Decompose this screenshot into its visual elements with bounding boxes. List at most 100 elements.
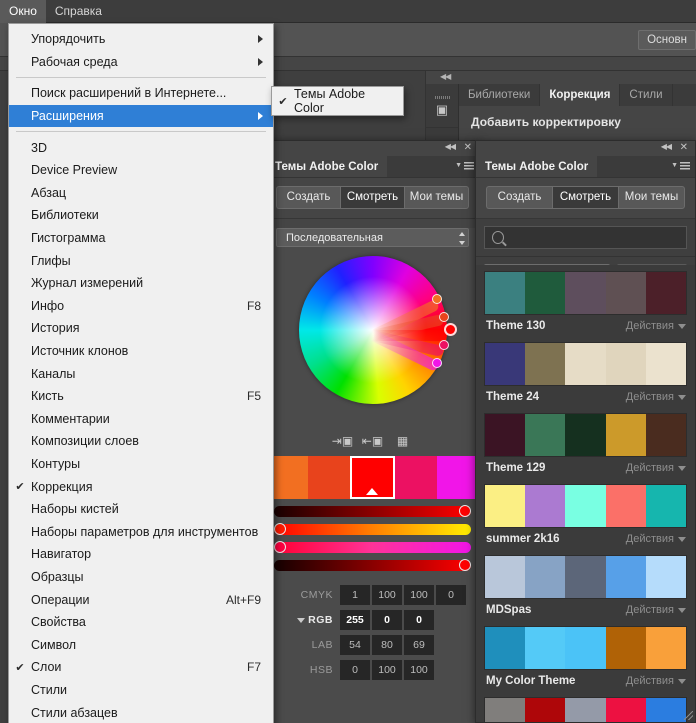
theme-swatch[interactable] bbox=[605, 698, 646, 722]
menu-item-brush[interactable]: Кисть F5 bbox=[9, 385, 273, 408]
harmony-handle[interactable] bbox=[431, 358, 442, 368]
tab-adobe-color-themes[interactable]: Темы Adobe Color bbox=[476, 156, 598, 177]
color-slider[interactable] bbox=[274, 559, 471, 571]
theme-swatch[interactable] bbox=[605, 485, 646, 527]
color-slider[interactable] bbox=[274, 505, 471, 517]
harmony-handle[interactable] bbox=[438, 340, 449, 350]
color-slider[interactable] bbox=[274, 523, 471, 535]
menu-item-clone-source[interactable]: Источник клонов bbox=[9, 340, 273, 363]
theme-swatch[interactable] bbox=[565, 698, 606, 722]
theme-swatch[interactable] bbox=[565, 343, 606, 385]
menubar-item-window[interactable]: Окно bbox=[0, 0, 46, 23]
list-item[interactable] bbox=[476, 691, 695, 722]
menu-item-character[interactable]: Символ bbox=[9, 633, 273, 656]
value-row-rgb[interactable]: RGB 255 0 0 bbox=[266, 609, 479, 631]
menu-item-swatches[interactable]: Образцы bbox=[9, 566, 273, 589]
menu-item-layers[interactable]: ✔ Слои F7 bbox=[9, 656, 273, 679]
theme-actions-button[interactable]: Действия bbox=[626, 675, 686, 687]
theme-swatch[interactable] bbox=[565, 627, 606, 669]
list-item[interactable]: Theme 130 Действия bbox=[476, 265, 695, 336]
theme-swatch[interactable] bbox=[605, 627, 646, 669]
search-field[interactable] bbox=[484, 226, 687, 249]
theme-swatch[interactable] bbox=[485, 343, 526, 385]
value-cell[interactable]: 0 bbox=[372, 610, 402, 630]
menu-item-paths[interactable]: Контуры bbox=[9, 453, 273, 476]
menu-item-extensions[interactable]: Расширения bbox=[9, 104, 273, 128]
theme-swatch[interactable] bbox=[485, 272, 526, 314]
value-row-lab[interactable]: LAB 54 80 69 bbox=[266, 634, 479, 656]
menu-item-find-extensions[interactable]: Поиск расширений в Интернете... bbox=[9, 82, 273, 105]
value-row-cmyk[interactable]: CMYK 1 100 100 0 bbox=[266, 584, 479, 606]
menu-item-workspace[interactable]: Рабочая среда bbox=[9, 51, 273, 74]
segment-my-themes[interactable]: Мои темы bbox=[618, 186, 685, 209]
menu-item-tool-presets[interactable]: Наборы параметров для инструментов bbox=[9, 520, 273, 543]
resize-grip-icon[interactable] bbox=[684, 711, 693, 720]
theme-swatch[interactable] bbox=[645, 556, 687, 598]
theme-swatch[interactable] bbox=[485, 485, 526, 527]
create-panel-titlebar[interactable]: ◀◀ ✕ bbox=[266, 141, 479, 156]
segment-my-themes[interactable]: Мои темы bbox=[404, 186, 469, 209]
theme-swatch[interactable] bbox=[565, 556, 606, 598]
theme-swatch[interactable] bbox=[525, 556, 566, 598]
menubar-item-help[interactable]: Справка bbox=[46, 0, 111, 23]
value-cell[interactable]: 0 bbox=[436, 585, 466, 605]
segment-create[interactable]: Создать bbox=[486, 186, 552, 209]
slider-knob[interactable] bbox=[459, 559, 471, 571]
harmony-rule-select[interactable]: Последовательная bbox=[276, 228, 469, 247]
swatch-cell-selected[interactable] bbox=[349, 456, 396, 499]
menu-item-histogram[interactable]: Гистограмма bbox=[9, 227, 273, 250]
menu-item-measurement-log[interactable]: Журнал измерений bbox=[9, 272, 273, 295]
theme-swatch[interactable] bbox=[525, 627, 566, 669]
push-right-icon[interactable]: ⇥▣ bbox=[332, 433, 353, 448]
theme-swatch[interactable] bbox=[525, 414, 566, 456]
value-cell[interactable]: 54 bbox=[340, 635, 370, 655]
collapse-arrows-icon[interactable]: ◀◀ bbox=[440, 72, 451, 81]
theme-swatch[interactable] bbox=[565, 272, 606, 314]
menu-item-navigator[interactable]: Навигатор bbox=[9, 543, 273, 566]
theme-swatch-row[interactable] bbox=[484, 271, 687, 315]
theme-actions-button[interactable]: Действия bbox=[626, 320, 686, 332]
workspace-switcher-button[interactable]: Основн bbox=[638, 30, 696, 50]
value-cell[interactable]: 0 bbox=[340, 660, 370, 680]
theme-swatch[interactable] bbox=[645, 414, 687, 456]
color-wheel[interactable] bbox=[298, 256, 457, 404]
list-item[interactable]: Theme 129 Действия bbox=[476, 407, 695, 478]
list-item[interactable]: My Color Theme Действия bbox=[476, 620, 695, 691]
theme-swatch-row[interactable] bbox=[484, 413, 687, 457]
slider-knob[interactable] bbox=[274, 541, 286, 553]
value-cell[interactable]: 100 bbox=[372, 585, 402, 605]
theme-swatch-row[interactable] bbox=[484, 555, 687, 599]
submenu-item-adobe-color-themes[interactable]: ✔ Темы Adobe Color bbox=[272, 87, 403, 115]
theme-actions-button[interactable]: Действия bbox=[626, 391, 686, 403]
close-icon[interactable]: ✕ bbox=[464, 141, 472, 154]
value-cell[interactable]: 255 bbox=[340, 610, 370, 630]
add-swatch-icon[interactable]: ▦ bbox=[394, 433, 411, 448]
theme-actions-button[interactable]: Действия bbox=[626, 533, 686, 545]
dock-collapse-bar[interactable]: ◀◀ bbox=[426, 71, 696, 84]
menu-item-properties[interactable]: Свойства bbox=[9, 611, 273, 634]
swatch-cell[interactable] bbox=[307, 456, 350, 499]
tab-libraries[interactable]: Библиотеки bbox=[459, 84, 541, 106]
menu-item-channels[interactable]: Каналы bbox=[9, 362, 273, 385]
value-cell[interactable]: 80 bbox=[372, 635, 402, 655]
color-slider[interactable] bbox=[274, 541, 471, 553]
segment-create[interactable]: Создать bbox=[276, 186, 340, 209]
tab-adjustments[interactable]: Коррекция bbox=[540, 84, 621, 106]
harmony-handle-base[interactable] bbox=[443, 323, 457, 336]
theme-swatch[interactable] bbox=[645, 485, 687, 527]
theme-swatch[interactable] bbox=[605, 414, 646, 456]
theme-swatch-row[interactable] bbox=[484, 342, 687, 386]
rail-item-libraries[interactable]: ▣ bbox=[426, 84, 458, 128]
theme-swatch[interactable] bbox=[485, 627, 526, 669]
theme-swatch[interactable] bbox=[525, 272, 566, 314]
menu-item-device-preview[interactable]: Device Preview bbox=[9, 159, 273, 182]
theme-swatch[interactable] bbox=[525, 485, 566, 527]
theme-swatch[interactable] bbox=[525, 698, 566, 722]
theme-actions-button[interactable]: Действия bbox=[626, 462, 686, 474]
panel-menu-button[interactable]: ▼ bbox=[671, 160, 690, 171]
value-cell[interactable]: 1 bbox=[340, 585, 370, 605]
segment-browse[interactable]: Смотреть bbox=[340, 186, 404, 209]
slider-knob[interactable] bbox=[274, 523, 286, 535]
menu-item-comments[interactable]: Комментарии bbox=[9, 408, 273, 431]
value-cell[interactable]: 100 bbox=[404, 660, 434, 680]
